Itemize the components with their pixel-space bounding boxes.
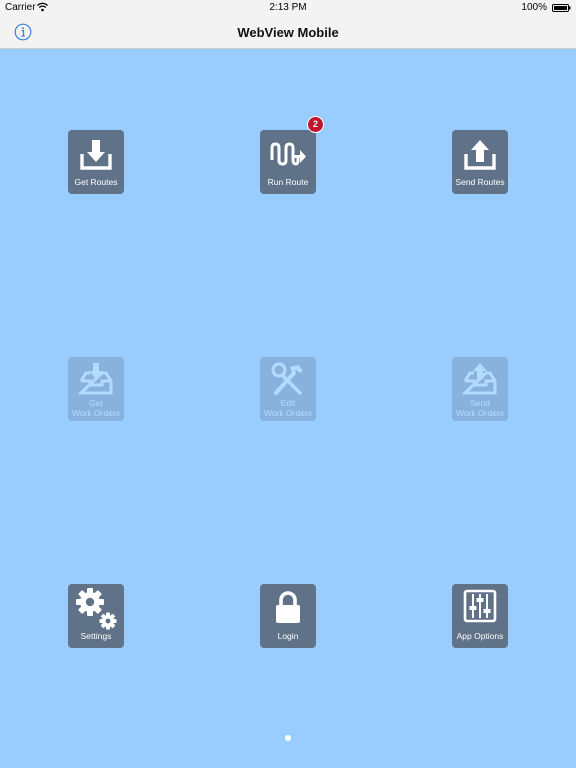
battery-icon — [552, 4, 571, 12]
sliders-icon — [463, 589, 497, 623]
inbox-upload-icon — [462, 363, 497, 395]
edit-work-orders-button: Edit Work Orders — [260, 357, 316, 421]
nav-bar: WebView Mobile — [0, 16, 576, 49]
tile-label-line1: Send — [470, 398, 490, 408]
page-title: WebView Mobile — [237, 25, 339, 40]
app-options-button[interactable]: App Options — [452, 584, 508, 648]
tile-label: Settings — [80, 631, 112, 641]
page-indicator-dot[interactable] — [285, 735, 291, 741]
run-route-button[interactable]: Run Route 2 — [260, 116, 324, 194]
tile-label-line2: Work Orders — [263, 408, 313, 418]
padlock-icon — [276, 591, 300, 623]
inbox-download-icon — [78, 363, 113, 395]
tile-label: Get Routes — [74, 177, 118, 187]
tile-label-line2: Work Orders — [455, 408, 505, 418]
login-button[interactable]: Login — [260, 584, 316, 648]
gears-icon — [76, 588, 117, 630]
send-work-orders-button: Send Work Orders — [452, 357, 508, 421]
route-arrow-icon — [270, 142, 306, 166]
settings-button[interactable]: Settings — [68, 584, 124, 648]
tile-label: Send Routes — [455, 177, 505, 187]
send-routes-button[interactable]: Send Routes — [452, 130, 508, 194]
tile-label-line1: Get — [89, 398, 103, 408]
tile-label: App Options — [456, 631, 504, 641]
download-tray-icon — [80, 140, 112, 170]
tile-label: Login — [277, 631, 299, 641]
tools-icon — [271, 362, 303, 395]
get-work-orders-button: Get Work Orders — [68, 357, 124, 421]
clock: 2:13 PM — [269, 2, 307, 13]
tile-label: Run Route — [267, 177, 309, 187]
get-routes-button[interactable]: Get Routes — [68, 130, 124, 194]
tile-label-line2: Work Orders — [71, 408, 121, 418]
notification-badge: 2 — [307, 116, 324, 133]
upload-tray-icon — [464, 140, 496, 170]
battery-percent: 100% — [521, 2, 547, 13]
tile-label-line1: Edit — [280, 398, 296, 408]
status-bar: Carrier 2:13 PM 100% — [0, 0, 576, 16]
